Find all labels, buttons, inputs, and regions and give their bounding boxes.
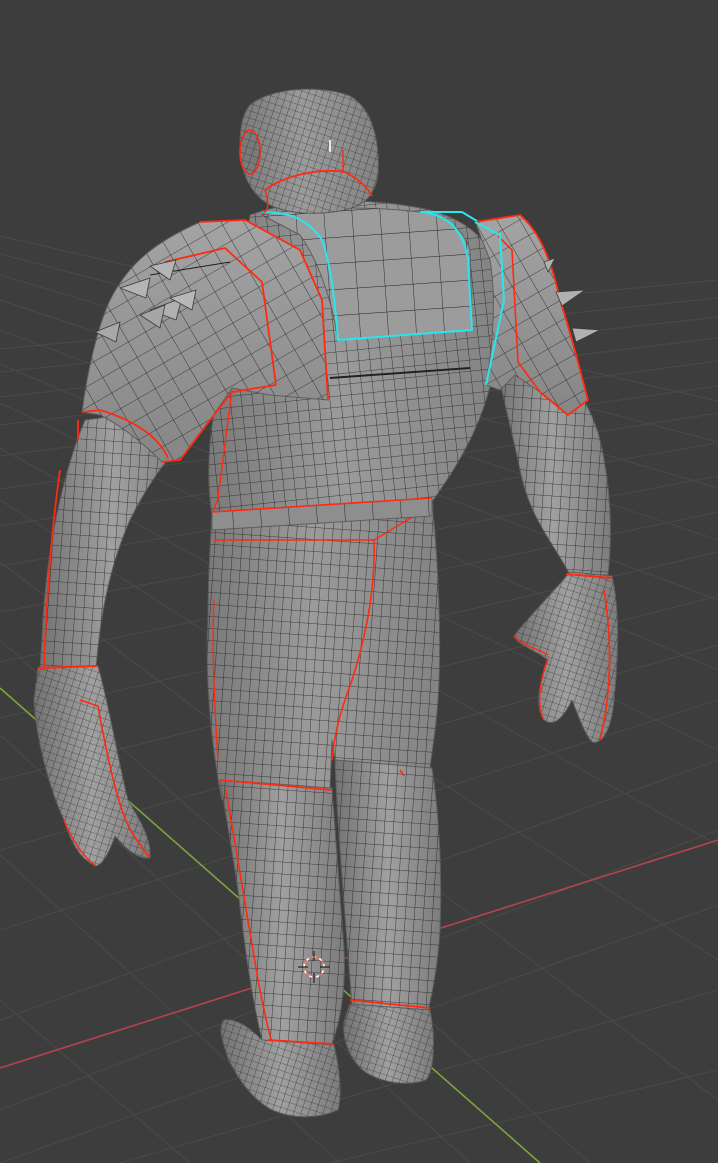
3d-viewport[interactable] [0, 0, 718, 1163]
right-leg-mesh[interactable] [334, 759, 442, 1084]
viewport-canvas[interactable] [0, 0, 718, 1163]
head-mesh[interactable] [239, 88, 379, 215]
hips-mesh[interactable] [206, 497, 441, 801]
